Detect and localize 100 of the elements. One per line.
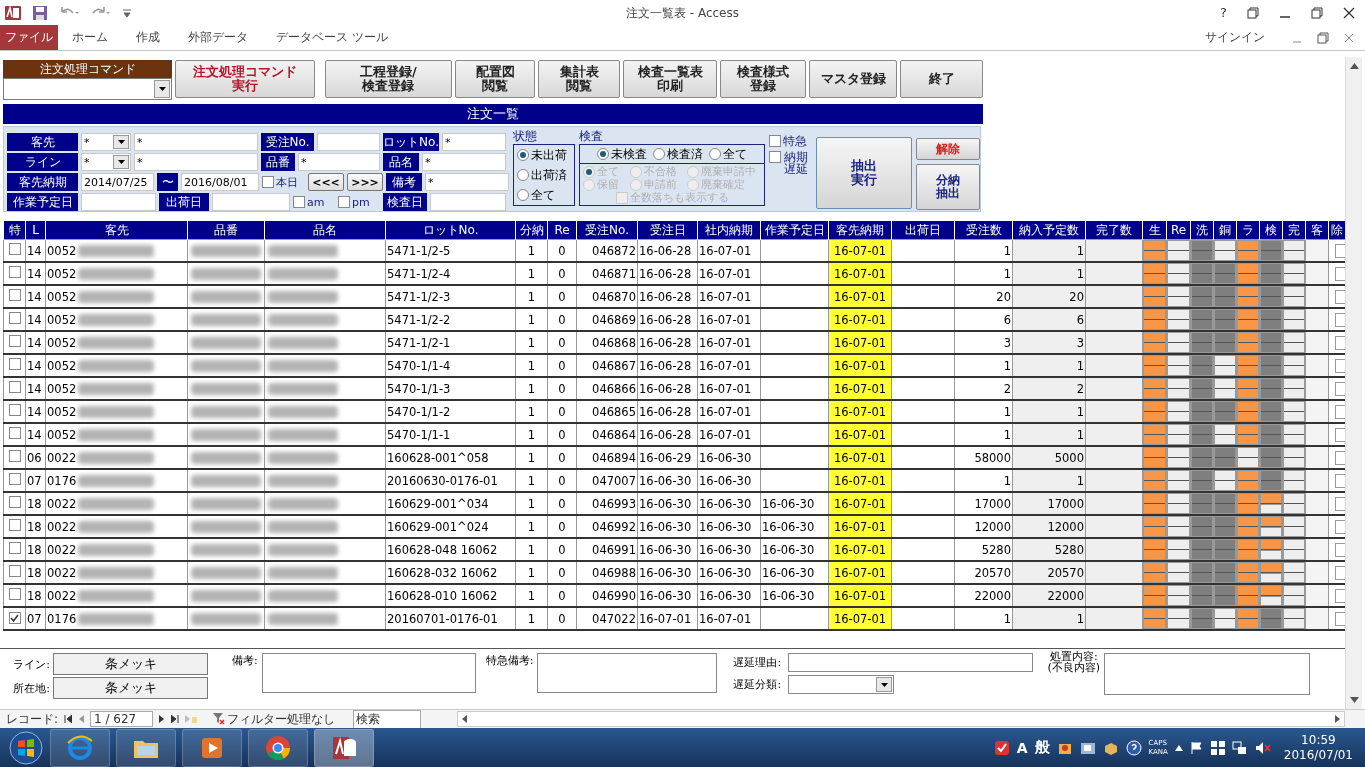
checkbox[interactable] [262,176,274,188]
radio-button[interactable] [517,149,529,161]
command-button[interactable]: 集計表閲覧 [538,60,620,98]
column-header[interactable]: 受注日 [637,220,698,240]
order-number-field[interactable] [317,133,380,151]
checkbox[interactable] [1335,428,1345,442]
help-button[interactable]: ? [1220,5,1227,20]
radio-button[interactable] [653,148,665,160]
checkbox[interactable] [8,427,21,439]
record-position-field[interactable]: 1 / 627 [90,711,154,727]
column-header[interactable]: 洗 [1190,220,1214,240]
checkbox[interactable] [1335,313,1345,327]
line-name-field[interactable]: * [134,153,258,171]
clear-button[interactable]: 解除 [916,138,980,160]
help-icon[interactable] [1125,739,1142,756]
column-header[interactable]: 完 [1282,220,1306,240]
command-button[interactable]: 配置図閲覧 [455,60,535,98]
checkbox[interactable] [769,135,781,147]
column-header[interactable]: 品番 [187,220,265,240]
column-header[interactable]: Re [547,220,577,240]
input-mode-indicator[interactable]: 般 [1034,738,1050,757]
checkbox[interactable] [8,588,21,600]
ribbon-tab[interactable]: 作成 [122,25,174,50]
checkbox[interactable] [8,450,21,462]
flag-icon[interactable] [1189,740,1204,755]
ribbon-tab[interactable]: データベース ツール [262,25,402,50]
checkbox[interactable] [8,404,21,416]
column-header[interactable]: 銅 [1213,220,1237,240]
command-button[interactable]: 終了 [900,60,983,98]
browser-icon[interactable] [65,732,95,763]
column-header[interactable]: 受注数 [954,220,1013,240]
scroll-down-icon[interactable] [1349,697,1359,703]
checkbox[interactable] [8,565,21,577]
show-hidden-icons-icon[interactable] [1174,744,1183,751]
checkbox[interactable] [1335,497,1345,511]
column-header[interactable]: 客 [1305,220,1329,240]
column-header[interactable]: 検 [1259,220,1283,240]
remarks-box[interactable] [261,653,476,693]
checkbox[interactable] [1335,359,1345,373]
column-header[interactable]: 品名 [264,220,386,240]
checkbox[interactable] [1335,612,1345,626]
inspection-date-field[interactable] [430,193,506,211]
column-header[interactable]: 作業予定日 [760,220,829,240]
checkbox[interactable] [1335,405,1345,419]
column-header[interactable]: 受注No. [576,220,638,240]
command-button[interactable]: 注文処理コマンド実行 [175,60,315,98]
checkbox[interactable] [1335,382,1345,396]
checkbox[interactable] [1335,267,1345,281]
scroll-up-icon[interactable] [1349,63,1359,69]
lot-number-field[interactable]: * [442,133,506,151]
checkbox[interactable] [293,196,305,208]
radio-button[interactable] [517,169,529,181]
column-header[interactable]: 完了数 [1085,220,1143,240]
column-header[interactable]: 特 [3,220,26,240]
action-box[interactable] [1104,653,1311,695]
date-to-field[interactable]: 2016/08/01 [181,173,259,191]
customer-code-field[interactable]: * [81,133,131,151]
ribbon-tab[interactable]: 外部データ [174,25,262,50]
first-record-icon[interactable] [64,715,73,723]
checkbox[interactable] [1335,589,1345,603]
delay-reason-field[interactable] [788,653,1034,672]
command-button[interactable]: 検査一覧表印刷 [623,60,717,98]
customer-name-field[interactable]: * [134,133,258,151]
scroll-left-icon[interactable] [462,715,468,723]
checkbox[interactable] [8,335,21,347]
input-mode-indicator[interactable]: A [1016,739,1028,756]
checkbox[interactable] [1335,474,1345,488]
column-header[interactable]: 分納 [515,220,548,240]
command-dropdown[interactable] [3,78,172,100]
column-header[interactable]: Re [1166,220,1191,240]
checkbox[interactable] [8,266,21,278]
checkbox[interactable] [1335,520,1345,534]
last-record-icon[interactable] [171,715,180,723]
column-header[interactable]: ロットNo. [385,220,516,240]
ribbon-tab[interactable]: ファイル [0,25,58,50]
vertical-scrollbar[interactable] [1345,57,1362,709]
close-icon[interactable] [1343,6,1355,19]
restore-icon[interactable] [1311,6,1323,19]
start-button-icon[interactable] [8,729,44,766]
work-date-field[interactable] [81,193,156,211]
save-icon[interactable] [32,4,48,21]
checkbox[interactable] [8,289,21,301]
muted-speaker-icon[interactable] [1254,740,1271,755]
scroll-right-icon[interactable] [1335,715,1340,723]
checkbox[interactable] [8,312,21,324]
checkbox[interactable] [8,358,21,370]
date-from-field[interactable]: 2014/07/25 [81,173,154,191]
column-header[interactable]: 客先 [45,220,188,240]
run-extract-button[interactable]: 抽出実行 [816,137,912,209]
command-button[interactable]: マスタ登録 [809,60,897,98]
line-code-field[interactable]: * [81,153,131,171]
restore-icon[interactable] [1247,6,1259,19]
checkbox[interactable] [8,381,21,393]
checkbox[interactable] [1335,543,1345,557]
ship-date-field[interactable] [212,193,290,211]
checkbox[interactable] [8,519,21,531]
filter-status[interactable]: フィルター処理なし [227,710,336,728]
windows-logo-icon[interactable] [1210,740,1225,755]
column-header[interactable]: 生 [1142,220,1167,240]
clock-date[interactable]: 2016/07/01 [1283,747,1353,763]
